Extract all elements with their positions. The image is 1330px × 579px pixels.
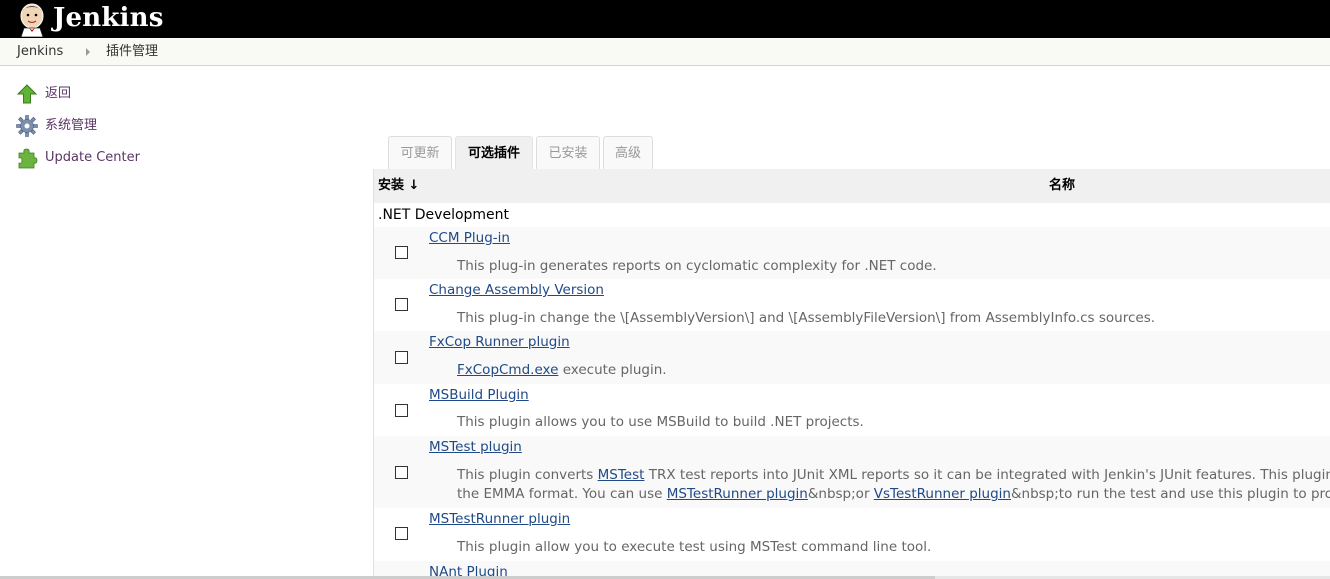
install-checkbox[interactable] (395, 351, 408, 364)
table-row: Change Assembly Version This plug-in cha… (374, 279, 1330, 331)
mstest-link[interactable]: MSTest (598, 467, 645, 483)
brand-title[interactable]: Jenkins (53, 0, 164, 36)
vstestrunner-link[interactable]: VsTestRunner plugin (874, 486, 1011, 502)
plugin-description-text: &nbsp;to run the test and use this plugi… (1010, 486, 1330, 502)
table-header: 安装 ↓ 名称 (374, 169, 1330, 203)
plugins-table: 安装 ↓ 名称 .NET Development CCM Plug-in Thi… (373, 169, 1330, 579)
plugin-name-link[interactable]: MSBuild Plugin (429, 387, 529, 403)
plugin-description: This plug-in change the \[AssemblyVersio… (457, 310, 1156, 326)
install-checkbox[interactable] (395, 298, 408, 311)
breadcrumb: Jenkins 插件管理 (0, 38, 1330, 66)
table-row: MSTest plugin This plugin converts MSTes… (374, 436, 1330, 508)
side-item-label: 返回 (45, 86, 72, 101)
plugin-description: This plug-in generates reports on cyclom… (457, 258, 937, 274)
up-arrow-icon (16, 84, 38, 104)
plugin-description-line1: This plugin converts MSTest TRX test rep… (457, 466, 1330, 485)
plugin-name-link[interactable]: Change Assembly Version (429, 282, 604, 298)
side-item-label: 系统管理 (45, 118, 98, 133)
plugin-description: FxCopCmd.exe execute plugin. (457, 361, 667, 380)
gear-icon (16, 115, 38, 137)
plugin-name-link[interactable]: CCM Plug-in (429, 230, 510, 246)
plugin-description-text: execute plugin. (558, 362, 667, 378)
table-row: CCM Plug-in This plug-in generates repor… (374, 227, 1330, 279)
category-title: .NET Development (378, 207, 510, 223)
tab-advanced[interactable]: 高级 (603, 136, 653, 169)
breadcrumb-plugin-manager[interactable]: 插件管理 (106, 38, 158, 65)
plugin-description-line2: the EMMA format. You can use MSTestRunne… (457, 485, 1330, 504)
tab-available[interactable]: 可选插件 (455, 136, 533, 169)
mstestrunner-link[interactable]: MSTestRunner plugin (667, 486, 808, 502)
plugin-name-link[interactable]: FxCop Runner plugin (429, 334, 570, 350)
puzzle-icon (18, 148, 38, 169)
install-checkbox[interactable] (395, 246, 408, 259)
top-header: Jenkins (0, 0, 1330, 38)
install-checkbox[interactable] (395, 527, 408, 540)
table-row: FxCop Runner plugin FxCopCmd.exe execute… (374, 331, 1330, 384)
column-header-install[interactable]: 安装 ↓ (378, 169, 419, 203)
breadcrumb-jenkins[interactable]: Jenkins (17, 38, 63, 65)
plugin-description-text: TRX test reports into JUnit XML reports … (644, 467, 1330, 483)
fxcopcmd-link[interactable]: FxCopCmd.exe (457, 362, 558, 378)
tab-updates[interactable]: 可更新 (388, 136, 452, 169)
plugin-name-link[interactable]: MSTest plugin (429, 439, 522, 455)
jenkins-butler-logo-icon[interactable] (14, 1, 50, 37)
plugin-description-text: the EMMA format. You can use (457, 486, 667, 502)
plugin-description: This plugin allows you to use MSBuild to… (457, 414, 864, 430)
plugin-name-link[interactable]: MSTestRunner plugin (429, 511, 570, 527)
plugin-description: This plugin allow you to execute test us… (457, 539, 932, 555)
table-row: MSTestRunner plugin This plugin allow yo… (374, 508, 1330, 561)
table-row: MSBuild Plugin This plugin allows you to… (374, 384, 1330, 436)
breadcrumb-chevron-icon[interactable] (86, 48, 90, 56)
install-checkbox[interactable] (395, 404, 408, 417)
side-item-label: Update Center (45, 150, 140, 165)
install-checkbox[interactable] (395, 466, 408, 479)
plugin-description-text: This plugin converts (457, 467, 598, 483)
plugin-description-text: &nbsp;or (807, 486, 874, 502)
tab-installed[interactable]: 已安装 (536, 136, 600, 169)
column-header-name[interactable]: 名称 (1049, 169, 1075, 203)
